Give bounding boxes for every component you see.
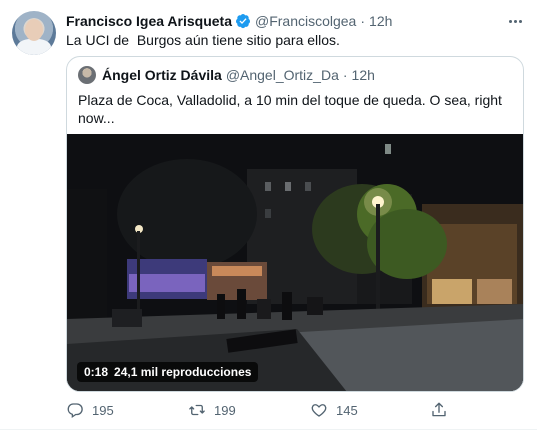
more-dot bbox=[513, 19, 517, 23]
share-button[interactable] bbox=[430, 400, 448, 420]
tweet-timestamp[interactable]: 12h bbox=[369, 13, 392, 29]
video-duration: 0:18 bbox=[84, 365, 109, 379]
reply-icon bbox=[67, 403, 83, 419]
avatar-face bbox=[25, 19, 43, 41]
quote-author-name[interactable]: Ángel Ortiz Dávila bbox=[102, 67, 222, 83]
video-stats-badge: 0:18 24,1 mil reproducciones bbox=[77, 362, 259, 382]
like-count: 145 bbox=[336, 402, 358, 418]
author-avatar[interactable] bbox=[12, 11, 56, 55]
reply-button[interactable]: 195 bbox=[66, 400, 114, 420]
author-handle[interactable]: @Franciscolgea bbox=[255, 13, 356, 29]
video-views: 24,1 mil reproducciones bbox=[114, 365, 252, 379]
tweet-header: Francisco Igea Arisqueta @Franciscolgea … bbox=[66, 12, 392, 30]
share-icon bbox=[432, 402, 446, 417]
like-button[interactable]: 145 bbox=[310, 400, 358, 420]
video-frame bbox=[67, 134, 523, 391]
quote-header: Ángel Ortiz Dávila @Angel_Ortiz_Da · 12h bbox=[78, 66, 375, 84]
quoted-tweet[interactable]: Ángel Ortiz Dávila @Angel_Ortiz_Da · 12h… bbox=[66, 56, 524, 392]
more-dot bbox=[508, 19, 512, 23]
retweet-button[interactable]: 199 bbox=[188, 400, 236, 420]
tweet-text: La UCI de Burgos aún tiene sitio para el… bbox=[66, 32, 340, 48]
more-dot bbox=[518, 19, 522, 23]
reply-count: 195 bbox=[92, 402, 114, 418]
more-options-icon[interactable] bbox=[505, 12, 525, 30]
header-separator: · bbox=[360, 13, 366, 29]
quote-author-handle[interactable]: @Angel_Ortiz_Da bbox=[226, 67, 339, 83]
quote-timestamp[interactable]: 12h bbox=[352, 67, 375, 83]
author-name[interactable]: Francisco Igea Arisqueta bbox=[66, 13, 232, 29]
video-player[interactable]: 0:18 24,1 mil reproducciones bbox=[67, 134, 523, 391]
avatar-shirt bbox=[17, 39, 51, 55]
tweet-card[interactable]: Francisco Igea Arisqueta @Franciscolgea … bbox=[0, 0, 537, 430]
quote-author-avatar[interactable] bbox=[78, 66, 96, 84]
tweet-actions: 195 199 145 bbox=[66, 400, 446, 420]
retweet-icon bbox=[189, 404, 205, 416]
heart-icon bbox=[311, 404, 327, 417]
quote-text: Plaza de Coca, Valladolid, a 10 min del … bbox=[78, 92, 502, 126]
quote-header-separator: · bbox=[342, 67, 348, 83]
retweet-count: 199 bbox=[214, 402, 236, 418]
verified-badge-icon bbox=[235, 14, 250, 29]
